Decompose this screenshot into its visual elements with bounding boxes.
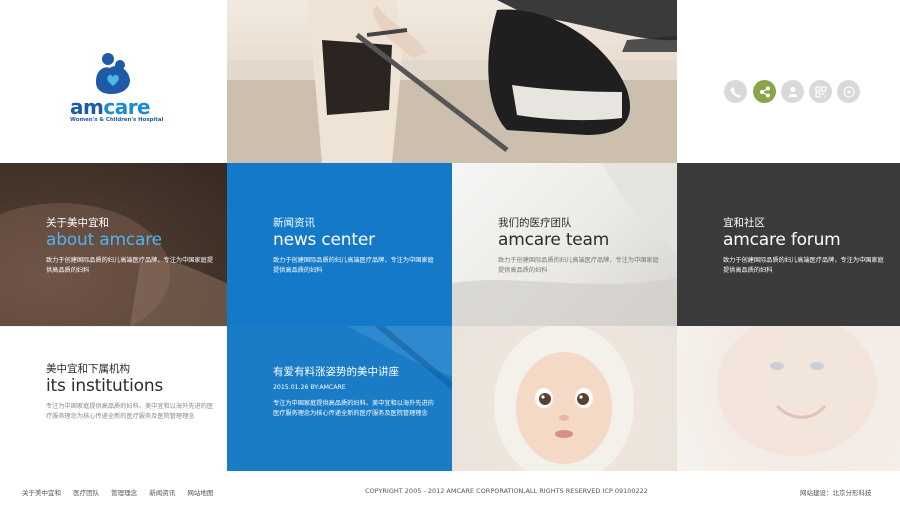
share-icon[interactable]	[753, 80, 776, 103]
footer-link-philosophy[interactable]: 管理理念	[111, 489, 137, 497]
lecture-title[interactable]: 有爱有料涨姿势的美中讲座	[273, 366, 440, 379]
baby2-photo-tile	[677, 326, 900, 471]
social-icon-bar	[677, 0, 900, 163]
footer-link-sitemap[interactable]: 网站地图	[187, 489, 213, 497]
news-desc: 致力于创建国际品质的妇儿高端医疗品牌，专注为中国家庭提供高品质的妇科	[273, 257, 434, 274]
baby2-photo	[717, 326, 877, 456]
institutions-title-cn: 美中宜和下属机构	[46, 363, 130, 375]
lecture-tile[interactable]: 有爱有料涨姿势的美中讲座 2015.01.26 BY:AMCARE 专注为中国家…	[227, 326, 452, 471]
institutions-tile[interactable]: 美中宜和下属机构 its institutions 专注为中国家庭提供高品质的妇…	[0, 326, 227, 471]
news-tile[interactable]: 新闻资讯 news center 致力于创建国际品质的妇儿高端医疗品牌，专注为中…	[227, 163, 452, 326]
amcare-logo-icon	[96, 53, 130, 94]
brand-wordmark: amcare	[70, 95, 151, 119]
institutions-title-en[interactable]: its institutions	[46, 376, 215, 396]
qrcode-icon[interactable]	[809, 80, 832, 103]
phone-icon[interactable]	[724, 80, 747, 103]
about-desc: 致力于创建国际品质的妇儿高端医疗品牌，专注为中国家庭提供高品质的妇科	[46, 257, 214, 274]
brand-subtitle: Women's & Children's Hospital	[70, 117, 164, 123]
forum-title-cn: 宜和社区	[723, 217, 765, 229]
lecture-desc: 专注为中国家庭提供高品质的妇科、美中宜和以海外先进的医疗服务理念为核心传递全新的…	[273, 400, 434, 417]
team-tile[interactable]: 我们的医疗团队 amcare team 致力于创建国际品质的妇儿高端医疗品牌，专…	[452, 163, 677, 326]
baby-photo-tile	[452, 326, 677, 471]
team-title-cn: 我们的医疗团队	[498, 217, 572, 229]
news-title-cn: 新闻资讯	[273, 217, 315, 229]
about-title-cn: 关于美中宜和	[46, 217, 109, 229]
forum-tile[interactable]: 宜和社区 amcare forum 致力于创建国际品质的妇儿高端医疗品牌，专注为…	[677, 163, 900, 326]
team-desc: 致力于创建国际品质的妇儿高端医疗品牌，专注为中国家庭提供高品质的妇科	[498, 257, 659, 274]
footer-link-team[interactable]: 医疗团队	[73, 489, 99, 497]
about-title-en[interactable]: about amcare	[46, 230, 215, 250]
user-icon[interactable]	[781, 80, 804, 103]
forum-desc: 致力于创建国际品质的妇儿高端医疗品牌，专注为中国家庭提供高品质的妇科	[723, 257, 884, 274]
hero-illustration	[227, 0, 677, 163]
forum-title-en[interactable]: amcare forum	[723, 230, 888, 250]
footer-link-news[interactable]: 新闻资讯	[149, 489, 175, 497]
chevron-down-icon[interactable]	[837, 80, 860, 103]
news-title-en[interactable]: news center	[273, 230, 440, 250]
logo-tile[interactable]: amcare Women's & Children's Hospital	[0, 0, 227, 163]
about-tile[interactable]: 关于美中宜和 about amcare 致力于创建国际品质的妇儿高端医疗品牌，专…	[0, 163, 227, 326]
copyright: COPYRIGHT 2005 - 2012 AMCARE CORPORATION…	[365, 487, 648, 495]
footer-link-about[interactable]: 关于美中宜和	[22, 489, 61, 497]
institutions-desc: 专注为中国家庭提供高品质的妇科、美中宜和以海外先进的医疗服务理念为核心传递全新的…	[46, 403, 214, 420]
site-credit[interactable]: 网站建设：北京分形科技	[800, 487, 872, 497]
footer: 关于美中宜和 医疗团队 管理理念 新闻资讯 网站地图 COPYRIGHT 200…	[0, 471, 900, 507]
team-title-en[interactable]: amcare team	[498, 230, 665, 250]
footer-nav: 关于美中宜和 医疗团队 管理理念 新闻资讯 网站地图	[22, 487, 223, 497]
lecture-meta: 2015.01.26 BY:AMCARE	[273, 384, 346, 391]
baby-photo	[494, 326, 634, 471]
hero-photo	[227, 0, 677, 163]
